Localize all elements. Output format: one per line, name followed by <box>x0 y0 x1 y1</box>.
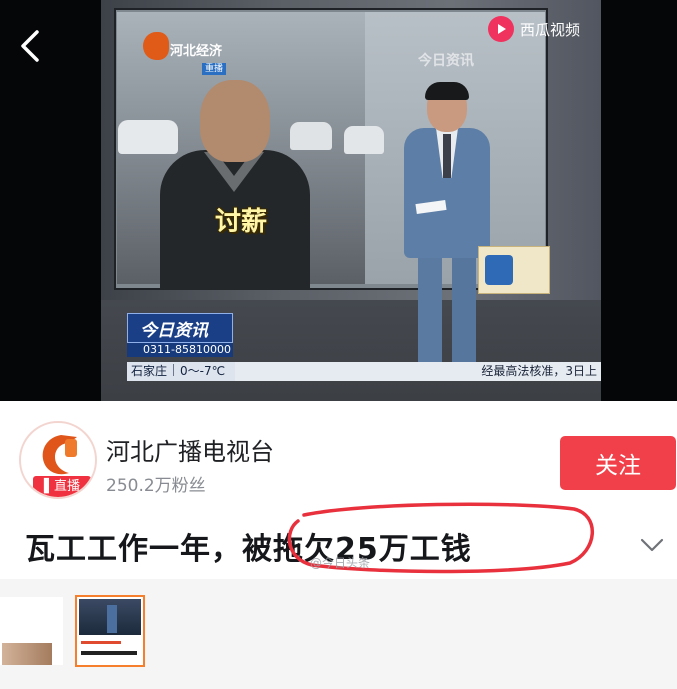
thumbnail-photo <box>2 643 52 665</box>
thumbnail-anchor <box>107 605 117 633</box>
expand-description-button[interactable] <box>634 529 670 561</box>
anchor-leg <box>452 254 476 362</box>
weather-city: 石家庄 <box>131 364 168 378</box>
replay-tag: 重播 <box>202 63 226 75</box>
anchor-tie <box>443 134 451 178</box>
car-shape <box>344 126 384 154</box>
news-hotline: 0311-85810000 <box>127 343 233 357</box>
thumbnail-item[interactable] <box>0 597 63 665</box>
channel-logo-icon <box>143 32 169 60</box>
thumbnail-caption-line <box>81 651 137 655</box>
channel-name[interactable]: 河北广播电视台 <box>106 432 274 467</box>
thumbnail-text-preview <box>2 613 62 639</box>
video-caption: 讨薪 <box>215 207 268 237</box>
anchor-hair <box>425 82 469 100</box>
chevron-left-icon <box>21 30 39 62</box>
news-program-title: 今日资讯 <box>140 321 208 341</box>
weibo-watermark: @今日头条 <box>310 556 371 570</box>
video-detail-page: 今日资讯 讨薪 河北经济 重播 今日资讯 0311-85810000 石家庄 0～… <box>0 0 677 689</box>
follow-button[interactable]: 关注 <box>560 436 676 490</box>
interviewee-head <box>200 80 270 162</box>
channel-avatar[interactable]: ▌直播 <box>19 421 97 499</box>
channel-row: ▌直播 河北广播电视台 250.2万粉丝 关注 <box>0 401 677 511</box>
screen-channel-name: 河北经济 <box>170 44 223 59</box>
thumbnail-caption-line <box>81 641 121 644</box>
weather-divider <box>173 364 175 376</box>
live-badge: ▌直播 <box>33 476 91 497</box>
follower-count: 250.2万粉丝 <box>106 476 206 496</box>
thumbnail-item-selected[interactable] <box>75 595 145 667</box>
video-title-row: 瓦工工作一年，被拖欠25万工钱 @今日头条 <box>0 502 677 579</box>
watermark-text: 西瓜视频 <box>520 20 581 39</box>
news-anchor-figure <box>398 82 498 364</box>
interviewee-figure <box>160 80 310 290</box>
weather-temperature: 0～-7℃ <box>180 364 226 378</box>
xigua-logo-icon <box>488 16 514 42</box>
weather-bar: 石家庄 0～-7℃ <box>127 362 235 381</box>
product-logo-icon <box>485 255 513 285</box>
xigua-watermark: 西瓜视频 <box>488 15 580 43</box>
news-ticker: 经最高法核准，3日上 <box>235 362 601 381</box>
back-button[interactable] <box>12 28 48 64</box>
related-thumbnails <box>0 579 677 689</box>
video-player[interactable]: 今日资讯 讨薪 河北经济 重播 今日资讯 0311-85810000 石家庄 0～… <box>0 0 677 401</box>
chevron-down-icon <box>640 538 664 552</box>
screen-program-label: 今日资讯 <box>418 53 474 69</box>
anchor-leg <box>418 254 442 362</box>
